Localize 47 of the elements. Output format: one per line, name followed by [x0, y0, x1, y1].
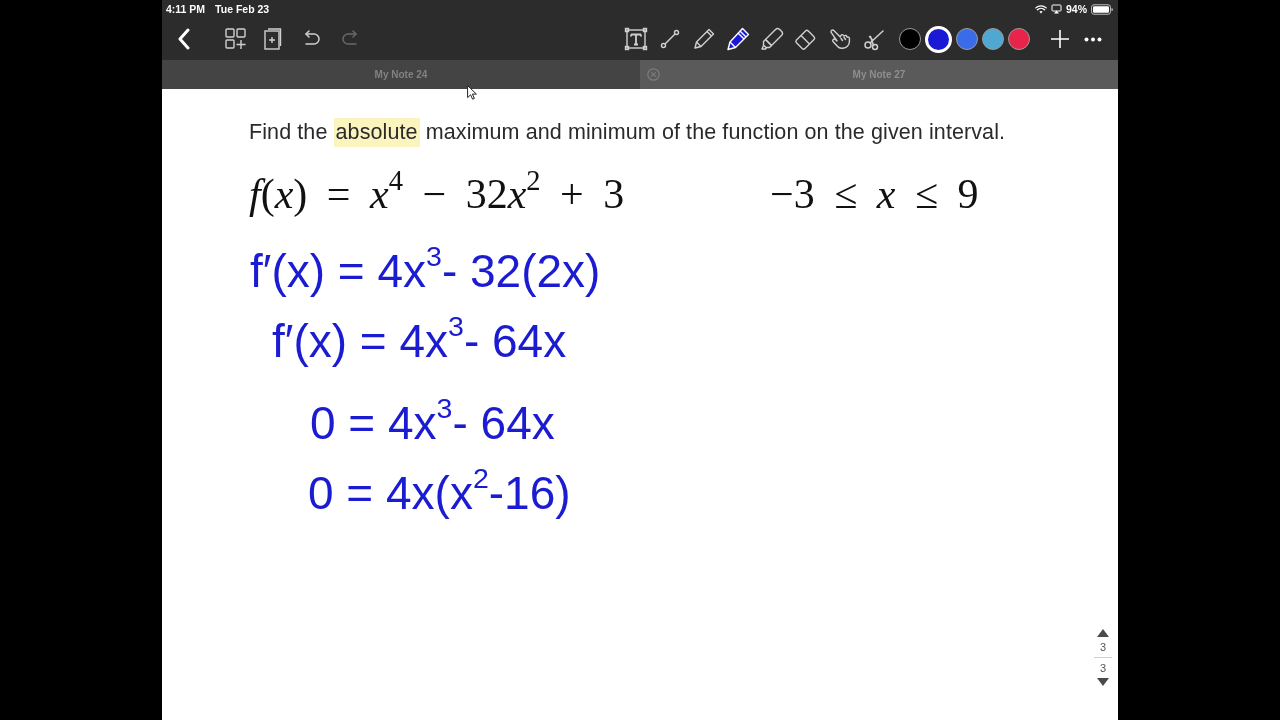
battery-percent: 94% — [1066, 3, 1087, 15]
triangle-down-icon — [1097, 678, 1109, 686]
hand-tool-button[interactable] — [828, 27, 852, 51]
text-box-icon — [624, 27, 648, 51]
wifi-icon — [1035, 4, 1047, 14]
highlighter-icon — [760, 27, 784, 51]
scissors-icon — [862, 27, 886, 51]
pencil-tool-button[interactable] — [692, 27, 716, 51]
next-page-button[interactable] — [1097, 678, 1109, 686]
interval-inequality: −3 ≤ x ≤ 9 — [770, 170, 979, 218]
text-tool-button[interactable] — [624, 27, 648, 51]
line-tool-button[interactable] — [658, 27, 682, 51]
more-icon — [1084, 36, 1102, 42]
plus-icon — [1050, 29, 1070, 49]
more-button[interactable] — [1084, 36, 1102, 42]
question-text: Find the absolute maximum and minimum of the function on the given interval. — [249, 120, 1006, 145]
scissors-tool-button[interactable] — [862, 27, 886, 51]
pointing-hand-icon — [828, 27, 852, 51]
back-button[interactable] — [177, 28, 191, 50]
highlighter-tool-button[interactable] — [760, 27, 784, 51]
grid-plus-icon — [225, 28, 247, 50]
color-swatch[interactable] — [956, 28, 978, 50]
pen-tool-button[interactable] — [726, 27, 750, 51]
triangle-up-icon — [1097, 629, 1109, 637]
color-swatch[interactable] — [899, 28, 921, 50]
status-date: Tue Feb 23 — [215, 3, 270, 15]
page-count: 3 — [1099, 661, 1107, 675]
line-tool-icon — [658, 27, 682, 51]
chevron-left-icon — [177, 28, 191, 50]
status-time: 4:11 PM — [166, 3, 206, 15]
function-equation: f(x) = x$^{4}$ − 32x$^{2}$ + 3 — [249, 170, 625, 218]
previous-page-button[interactable] — [1097, 629, 1109, 637]
handwritten-equation: f′(x) = 4x$^{3}$- 64x — [272, 310, 567, 369]
handwritten-equation: 0 = 4x$^{3}$- 64x — [310, 392, 555, 451]
handwritten-equation: 0 = 4x(x$^{2}$-16) — [308, 462, 571, 521]
eraser-tool-button[interactable] — [794, 27, 818, 51]
handwritten-equation: f′(x) = 4x$^{3}$- 32(2x) — [250, 240, 601, 299]
add-button[interactable] — [1050, 29, 1070, 49]
color-swatch[interactable] — [1008, 28, 1030, 50]
battery-icon — [1091, 3, 1113, 15]
pages-button[interactable] — [225, 28, 247, 50]
pen-icon — [726, 27, 750, 51]
eraser-icon — [794, 27, 818, 51]
color-swatch[interactable] — [982, 28, 1004, 50]
screen-icon — [1051, 4, 1062, 14]
current-page-number: 3 — [1099, 640, 1107, 654]
pencil-icon — [692, 27, 716, 51]
